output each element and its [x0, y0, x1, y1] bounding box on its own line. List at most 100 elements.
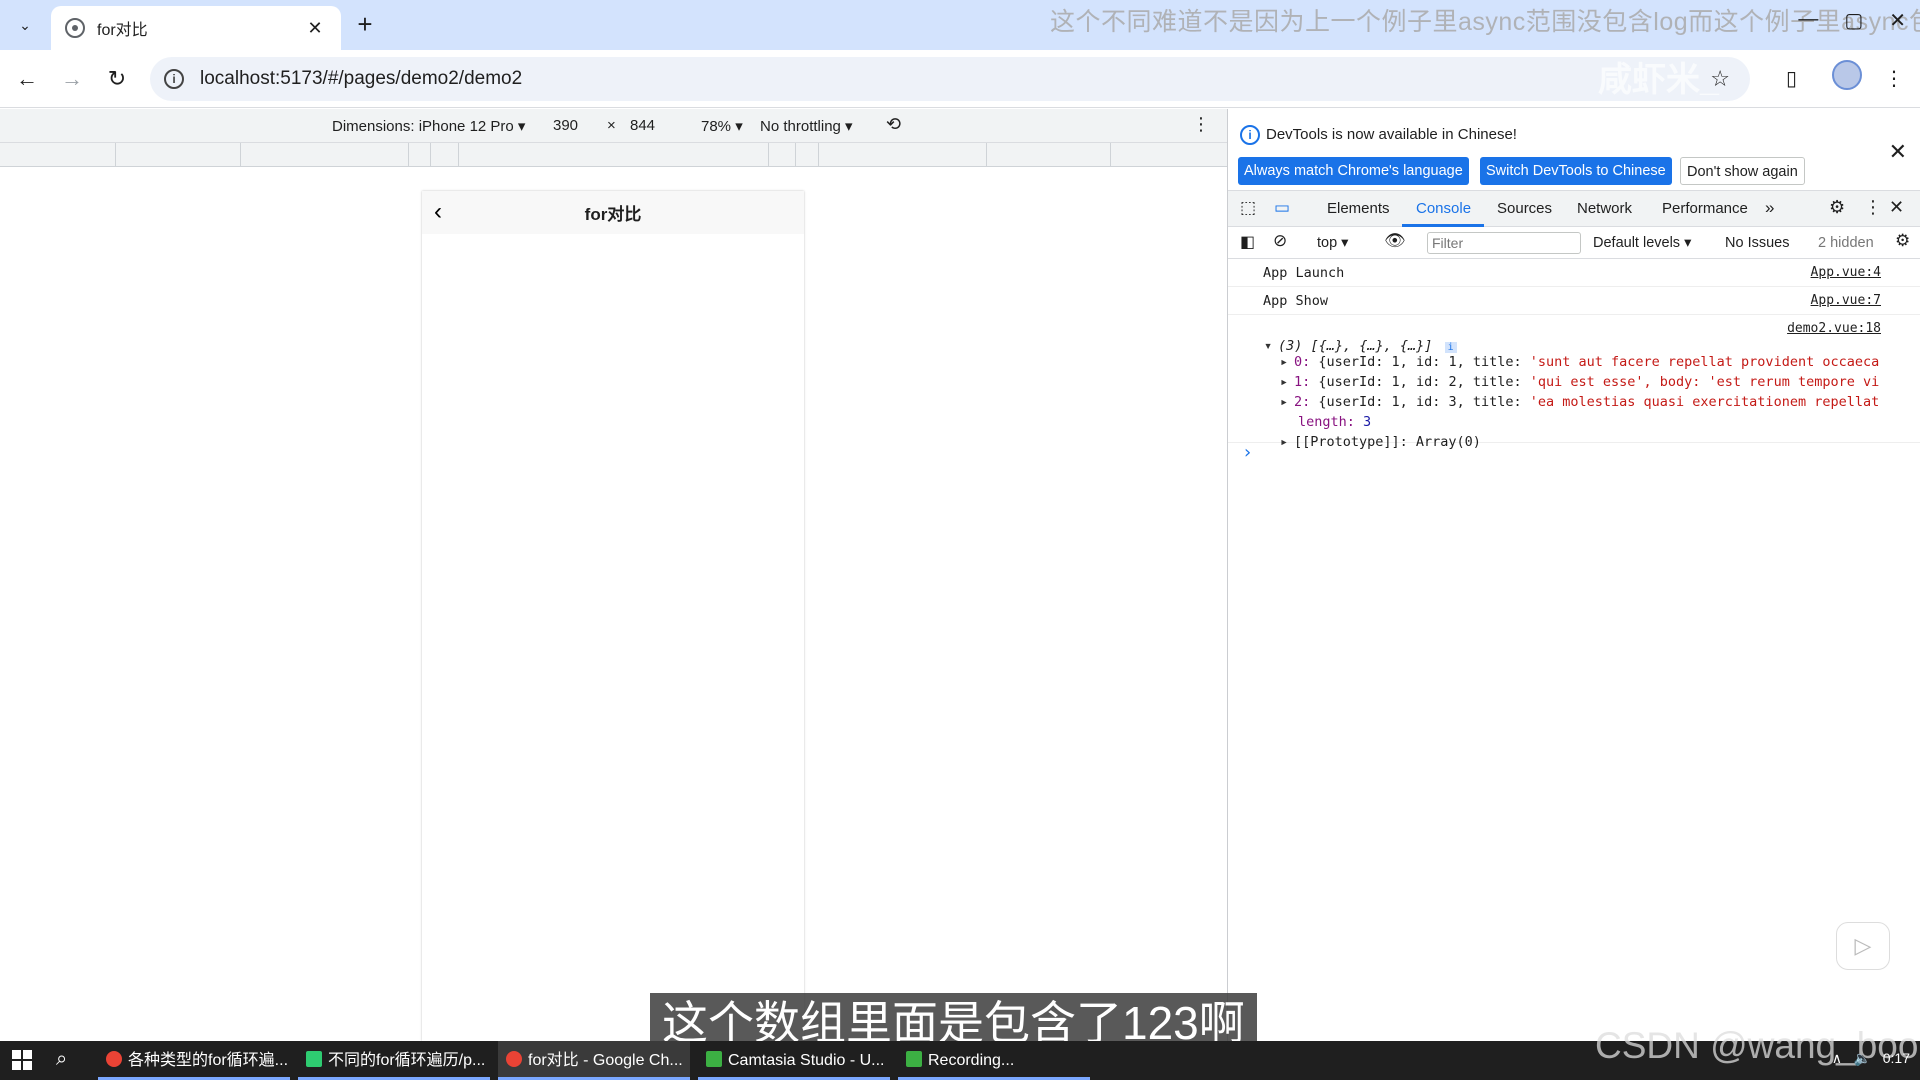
item-body: {userId: 1, id: 3, title:	[1318, 394, 1530, 410]
device-width-input[interactable]: 390	[553, 117, 578, 134]
source-link[interactable]: App.vue:4	[1811, 265, 1881, 280]
media-query-ruler[interactable]	[0, 143, 1227, 167]
tab-performance[interactable]: Performance	[1662, 200, 1748, 217]
maximize-icon[interactable]: ▢	[1844, 8, 1863, 33]
close-window-icon[interactable]: ✕	[1889, 8, 1906, 33]
taskbar-item-label: for对比 - Google Ch...	[528, 1052, 683, 1069]
inspect-element-icon[interactable]: ⬚	[1240, 198, 1256, 218]
device-toggle-icon[interactable]: ▭	[1274, 198, 1290, 218]
window-controls: — ▢ ✕	[1798, 8, 1906, 33]
minimize-icon[interactable]: —	[1798, 8, 1818, 33]
console-filter-bar: ◧ ⊘ top ▾ 👁 Filter Default levels ▾ No I…	[1228, 227, 1920, 259]
camtasia-icon	[706, 1051, 722, 1067]
item-body: {userId: 1, id: 1, title:	[1318, 354, 1530, 370]
clear-console-icon[interactable]: ⊘	[1273, 231, 1287, 251]
match-language-button[interactable]: Always match Chrome's language	[1238, 157, 1469, 185]
prototype-row[interactable]: ▸ [[Prototype]]: Array(0)	[1280, 434, 1481, 450]
back-button[interactable]: ←	[10, 62, 44, 96]
banner-close-icon[interactable]: ✕	[1889, 139, 1907, 165]
source-link[interactable]: App.vue:7	[1811, 293, 1881, 308]
menu-kebab-icon[interactable]: ⋮	[1884, 62, 1904, 96]
volume-icon[interactable]: 🔈	[1854, 1050, 1871, 1066]
new-tab-button[interactable]: +	[350, 10, 380, 40]
taskbar-search-icon[interactable]: ⌕	[56, 1048, 67, 1071]
devtools-panel: i DevTools is now available in Chinese! …	[1227, 109, 1920, 1041]
length-value: 3	[1363, 414, 1372, 430]
console-prompt[interactable]: ›	[1242, 442, 1253, 463]
zoom-select[interactable]: 78% ▾	[701, 117, 743, 135]
forward-button[interactable]: →	[55, 62, 89, 96]
chrome-icon	[506, 1051, 522, 1067]
tab-title: for对比	[97, 22, 148, 39]
throttling-select[interactable]: No throttling ▾	[760, 117, 853, 135]
browser-tab[interactable]: for对比 ✕	[51, 6, 341, 50]
taskbar-item[interactable]: for对比 - Google Ch...	[498, 1041, 690, 1080]
address-bar[interactable]: i localhost:5173/#/pages/demo2/demo2 ☆	[150, 57, 1750, 101]
taskbar-item[interactable]: Camtasia Studio - U...	[698, 1041, 890, 1080]
tray-chevron-icon[interactable]: ∧	[1832, 1050, 1842, 1066]
taskbar-item-label: Camtasia Studio - U...	[728, 1052, 885, 1069]
issues-button[interactable]: No Issues	[1725, 235, 1789, 251]
clock[interactable]: 0:17	[1883, 1050, 1910, 1066]
switch-chinese-button[interactable]: Switch DevTools to Chinese	[1480, 157, 1672, 185]
chevron-down-icon: ⌄	[19, 16, 31, 33]
windows-start-icon[interactable]	[12, 1050, 32, 1070]
extensions-icon[interactable]: ▯	[1786, 62, 1797, 96]
reload-button[interactable]: ↻	[100, 62, 134, 96]
devtools-close-icon[interactable]: ✕	[1889, 197, 1904, 218]
array-item-row[interactable]: ▸ 0: {userId: 1, id: 1, title: 'sunt aut …	[1280, 354, 1879, 370]
console-settings-gear-icon[interactable]: ⚙	[1895, 231, 1910, 251]
console-message: App Launch App.vue:4	[1228, 259, 1920, 287]
taskbar-item[interactable]: 不同的for循环遍历/p...	[298, 1041, 490, 1080]
array-summary: (3) [{…}, {…}, {…}]	[1278, 338, 1433, 354]
item-index: 1:	[1294, 374, 1311, 390]
site-info-icon[interactable]: i	[164, 69, 184, 89]
caret-right-icon: ▸	[1280, 434, 1289, 450]
taskbar-item[interactable]: 各种类型的for循环遍...	[98, 1041, 290, 1080]
device-more-icon[interactable]: ⋮	[1192, 114, 1210, 135]
array-item-row[interactable]: ▸ 1: {userId: 1, id: 2, title: 'qui est e…	[1280, 374, 1879, 390]
profile-avatar[interactable]	[1832, 60, 1862, 90]
editor-icon	[306, 1051, 322, 1067]
message-text: App Show	[1263, 293, 1329, 309]
page-back-button[interactable]: ‹	[434, 198, 442, 226]
url-text: localhost:5173/#/pages/demo2/demo2	[200, 68, 523, 89]
device-dimensions-select[interactable]: Dimensions: iPhone 12 Pro ▾	[332, 117, 525, 135]
tab-close-button[interactable]: ✕	[303, 18, 327, 39]
log-levels-select[interactable]: Default levels ▾	[1593, 235, 1691, 251]
tab-elements[interactable]: Elements	[1327, 200, 1390, 217]
tab-network[interactable]: Network	[1577, 200, 1632, 217]
globe-icon	[65, 18, 85, 38]
hidden-count: 2 hidden	[1818, 235, 1874, 251]
arrow-right-icon: →	[61, 66, 83, 91]
array-summary-row[interactable]: ▾ (3) [{…}, {…}, {…}] i	[1264, 338, 1457, 354]
tab-console[interactable]: Console	[1416, 200, 1471, 217]
dont-show-again-button[interactable]: Don't show again	[1680, 157, 1805, 185]
rotate-icon[interactable]: ⟲	[886, 114, 901, 135]
context-select[interactable]: top ▾	[1317, 235, 1348, 251]
taskbar-item[interactable]: Recording...	[898, 1041, 1090, 1080]
caret-right-icon: ▸	[1280, 394, 1289, 410]
array-length-row: length: 3	[1298, 414, 1371, 430]
device-toolbar: Dimensions: iPhone 12 Pro ▾ 390 × 844 78…	[0, 109, 1227, 143]
tab-sources[interactable]: Sources	[1497, 200, 1552, 217]
devtools-menu-icon[interactable]: ⋮	[1864, 197, 1882, 218]
device-height-input[interactable]: 844	[630, 117, 655, 134]
system-tray: ∧ 🔈 0:17	[1832, 1050, 1910, 1067]
sidebar-toggle-icon[interactable]: ◧	[1240, 232, 1255, 252]
array-item-row[interactable]: ▸ 2: {userId: 1, id: 3, title: 'ea molest…	[1280, 394, 1879, 410]
more-tabs-icon[interactable]: »	[1765, 198, 1774, 218]
caret-down-icon: ▾	[1264, 338, 1273, 354]
play-icon[interactable]: ▷	[1836, 922, 1890, 970]
message-text: App Launch	[1263, 265, 1345, 281]
filter-input[interactable]: Filter	[1427, 232, 1581, 254]
tab-strip: ⌄ for对比 ✕ + 这个不同难道不是因为上一个例子里async范围没包含lo…	[0, 0, 1920, 50]
info-badge-icon[interactable]: i	[1444, 342, 1457, 353]
eye-icon[interactable]: 👁	[1384, 231, 1406, 251]
tab-search-button[interactable]: ⌄	[8, 8, 42, 42]
caret-right-icon: ▸	[1280, 354, 1289, 370]
prototype-text: [[Prototype]]: Array(0)	[1294, 434, 1481, 450]
settings-gear-icon[interactable]: ⚙	[1829, 197, 1845, 218]
source-link[interactable]: demo2.vue:18	[1787, 321, 1881, 336]
info-icon: i	[1240, 125, 1260, 145]
